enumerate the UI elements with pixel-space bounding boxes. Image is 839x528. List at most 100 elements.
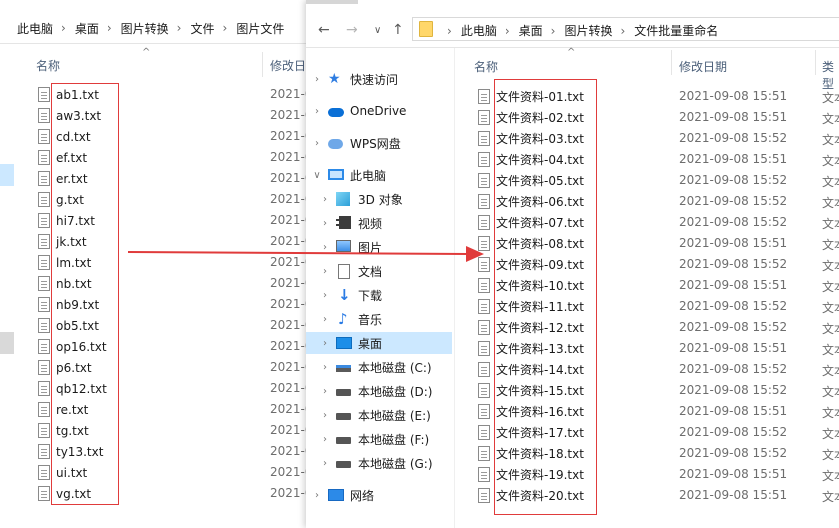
file-date: 2021-09-08 15:51 <box>679 404 788 418</box>
nav-tree-item[interactable]: › OneDrive <box>306 100 452 122</box>
chevron-right-icon[interactable]: › <box>320 458 330 469</box>
left-breadcrumb-item[interactable]: 此电脑 <box>17 20 53 37</box>
text-file-icon <box>478 488 490 503</box>
nav-tree-item[interactable]: › ♪ 音乐 <box>306 308 452 330</box>
chevron-right-icon[interactable]: › <box>320 386 330 397</box>
file-date: 2021-0 <box>270 213 310 227</box>
nav-tree-item[interactable]: › 网络 <box>306 484 452 506</box>
left-breadcrumb-item[interactable]: 桌面 <box>75 20 99 37</box>
left-column-divider[interactable] <box>262 52 263 77</box>
left-column-name-header[interactable]: 名称 <box>36 57 60 74</box>
text-file-icon <box>478 299 490 314</box>
nav-tree-label: 本地磁盘 (F:) <box>358 432 430 447</box>
chevron-right-icon[interactable]: › <box>320 362 330 373</box>
title-bar <box>306 0 839 8</box>
nav-tree-item[interactable]: › 本地磁盘 (F:) <box>306 428 452 450</box>
disk-icon <box>336 408 352 422</box>
file-date: 2021-0 <box>270 465 310 479</box>
chevron-right-icon[interactable]: › <box>320 410 330 421</box>
text-file-icon <box>478 131 490 146</box>
file-date: 2021-09-08 15:51 <box>679 152 788 166</box>
breadcrumb-chevron-icon: › <box>106 21 112 35</box>
nav-tree-item[interactable]: › 本地磁盘 (G:) <box>306 452 452 474</box>
nav-tree-label: 本地磁盘 (D:) <box>358 384 433 399</box>
chevron-right-icon[interactable]: › <box>312 490 322 501</box>
disk-c-icon-glyph <box>336 365 351 372</box>
file-type: 文本 <box>822 154 839 168</box>
left-nav-selected-item[interactable] <box>0 164 14 186</box>
left-nav-hover-item[interactable] <box>0 332 14 354</box>
left-breadcrumb-item[interactable]: 图片转换 <box>121 20 169 37</box>
file-date: 2021-09-08 15:52 <box>679 446 788 460</box>
text-file-icon <box>478 152 490 167</box>
text-file-icon <box>478 467 490 482</box>
onedrive-cloud-icon <box>328 104 344 118</box>
file-date: 2021-0 <box>270 402 310 416</box>
left-column-date-header[interactable]: 修改日 <box>270 57 306 74</box>
nav-tree-item[interactable]: ∨ 此电脑 <box>306 164 452 186</box>
chevron-right-icon[interactable]: › <box>320 194 330 205</box>
nav-tree-item[interactable]: › ★ 快速访问 <box>306 68 452 90</box>
up-arrow-icon[interactable]: ↑ <box>392 22 404 38</box>
chevron-right-icon[interactable]: › <box>320 218 330 229</box>
disk-icon-glyph <box>336 389 351 396</box>
file-date: 2021-0 <box>270 486 310 500</box>
right-column-name-header[interactable]: 名称 <box>474 58 498 75</box>
text-file-icon <box>478 320 490 335</box>
forward-arrow-icon[interactable]: → <box>346 22 358 38</box>
recent-dropdown-icon[interactable]: ∨ <box>374 25 381 36</box>
text-file-icon <box>478 425 490 440</box>
chevron-right-icon[interactable]: › <box>320 338 330 349</box>
wps-cloud-icon-glyph <box>328 139 343 149</box>
right-address-box[interactable]: › 此电脑 › 桌面 › 图片转换 › 文件批量重命名 <box>412 17 839 41</box>
text-file-icon <box>38 402 50 417</box>
file-type: 文本 <box>822 490 839 504</box>
nav-tree-label: 桌面 <box>358 336 383 351</box>
file-type: 文本 <box>822 322 839 336</box>
nav-tree-item[interactable]: › 本地磁盘 (E:) <box>306 404 452 426</box>
music-folder-icon-glyph: ♪ <box>338 310 348 328</box>
nav-tree-item[interactable]: › 3D 对象 <box>306 188 452 210</box>
desktop-folder-icon-glyph <box>336 337 352 349</box>
left-address-bar[interactable]: 此电脑 › 桌面 › 图片转换 › 文件 › 图片文件 <box>0 10 310 44</box>
chevron-right-icon[interactable]: › <box>320 266 330 277</box>
breadcrumb-chevron-icon: › <box>61 21 66 35</box>
right-column-type-header[interactable]: 类型 <box>822 58 839 92</box>
this-pc-icon-glyph <box>328 169 344 180</box>
chevron-right-icon[interactable]: › <box>320 290 330 301</box>
title-tab <box>306 0 358 4</box>
back-arrow-icon[interactable]: ← <box>318 22 330 38</box>
right-column-date-header[interactable]: 修改日期 <box>679 58 727 75</box>
right-breadcrumb-item[interactable]: 桌面 <box>519 22 543 39</box>
text-file-icon <box>38 276 50 291</box>
right-column-divider-2[interactable] <box>815 50 816 75</box>
chevron-right-icon[interactable]: › <box>312 106 322 117</box>
download-folder-icon-glyph: ↓ <box>338 286 351 304</box>
right-column-divider-1[interactable] <box>671 50 672 75</box>
chevron-down-icon[interactable]: ∨ <box>312 170 322 181</box>
file-type: 文本 <box>822 343 839 357</box>
chevron-right-icon[interactable]: › <box>312 74 322 85</box>
nav-tree-item[interactable]: › 视频 <box>306 212 452 234</box>
nav-tree-item[interactable]: › 本地磁盘 (C:) <box>306 356 452 378</box>
star-icon-glyph: ★ <box>328 71 341 87</box>
nav-tree-item[interactable]: › ↓ 下载 <box>306 284 452 306</box>
right-breadcrumb-item[interactable]: 文件批量重命名 <box>634 22 718 39</box>
text-file-icon <box>478 362 490 377</box>
chevron-right-icon[interactable]: › <box>312 138 322 149</box>
file-type: 文本 <box>822 238 839 252</box>
left-breadcrumb-item[interactable]: 图片文件 <box>236 20 284 37</box>
nav-pane-divider[interactable] <box>454 48 455 528</box>
nav-tree-item[interactable]: › 桌面 <box>306 332 452 354</box>
chevron-right-icon[interactable]: › <box>320 434 330 445</box>
file-date: 2021-0 <box>270 276 310 290</box>
nav-tree-item[interactable]: › WPS网盘 <box>306 132 452 154</box>
left-breadcrumb-item[interactable]: 文件 <box>190 20 214 37</box>
right-breadcrumb-item[interactable]: 图片转换 <box>564 22 612 39</box>
file-type: 文本 <box>822 196 839 210</box>
text-file-icon <box>478 110 490 125</box>
nav-tree-label: 本地磁盘 (C:) <box>358 360 432 375</box>
nav-tree-item[interactable]: › 本地磁盘 (D:) <box>306 380 452 402</box>
chevron-right-icon[interactable]: › <box>320 314 330 325</box>
right-breadcrumb-item[interactable]: 此电脑 <box>461 22 497 39</box>
